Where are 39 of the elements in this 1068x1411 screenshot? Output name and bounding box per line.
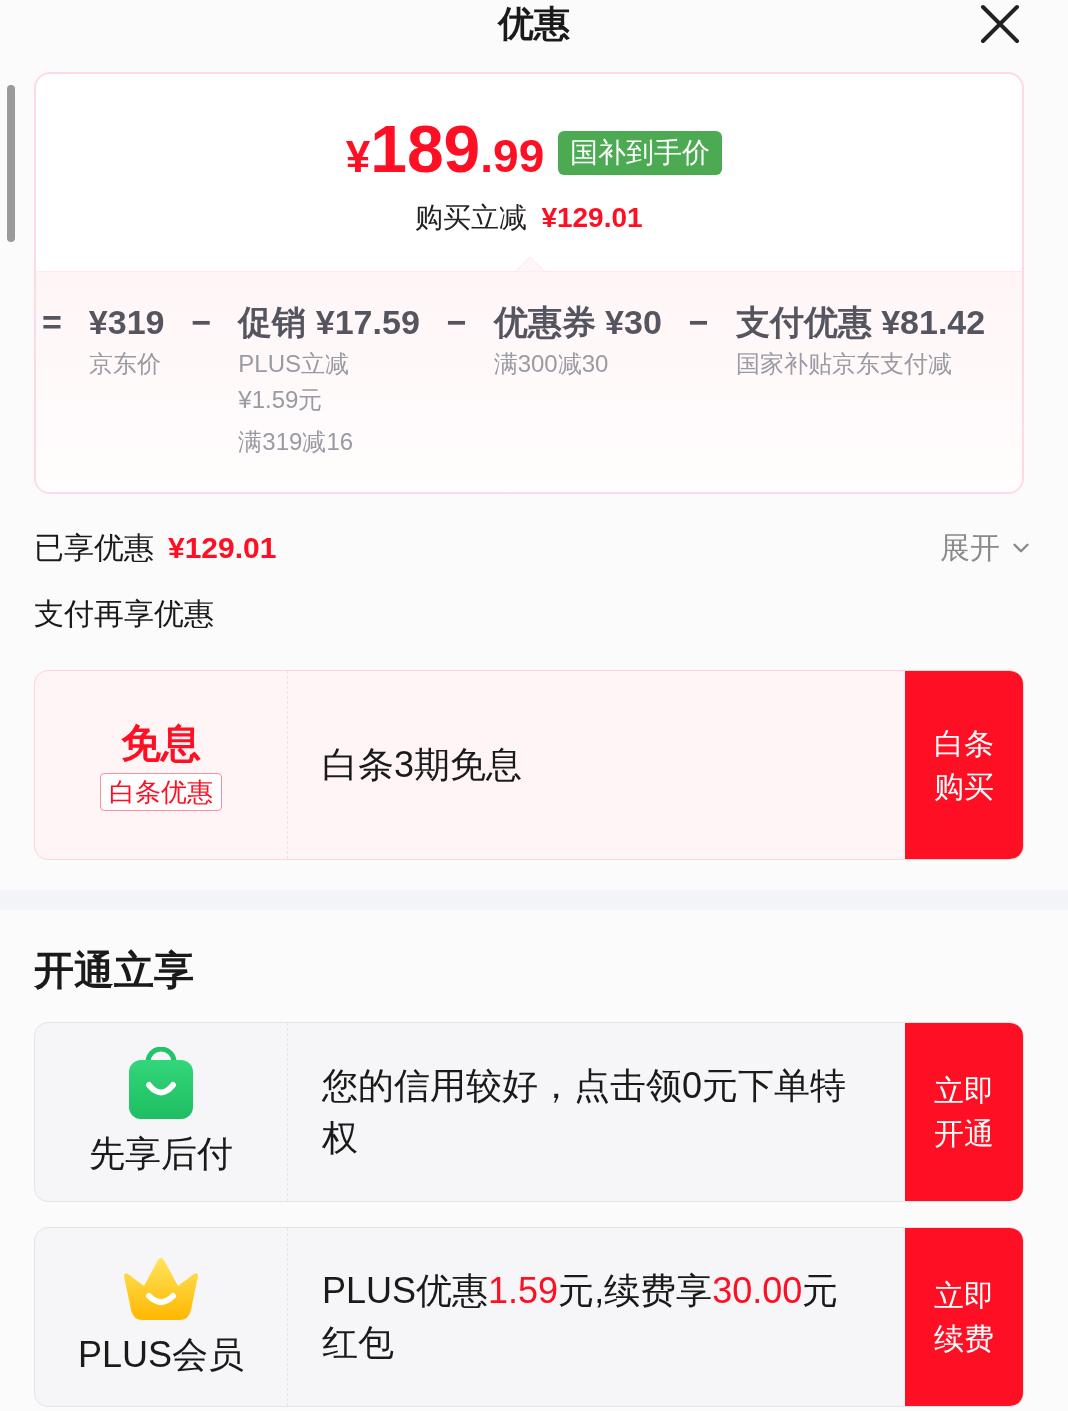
offer-label: PLUS会员 [77,1333,244,1377]
enjoyed-amount: ¥129.01 [168,530,277,566]
offer-description: 您的信用较好，点击领0元下单特权 [322,1064,848,1160]
enjoyed-label: 已享优惠 [34,530,154,566]
offer-description: 白条3期免息 [322,743,523,787]
action-button[interactable]: 白条购买 [905,671,1023,859]
operator-sign: − [688,302,709,342]
action-button[interactable]: 立即续费 [905,1228,1023,1406]
close-icon[interactable] [980,4,1020,44]
action-button[interactable]: 立即开通 [905,1023,1023,1201]
price-note: PLUS立减 ¥1.59元 [238,349,351,415]
offer-card[interactable]: PLUS会员 PLUS优惠1.59元,续费享30.00元红包 立即续费 [34,1227,1024,1407]
shopping-bag-icon [129,1047,193,1119]
price-note: 满300减30 [493,349,610,379]
offer-description: PLUS优惠1.59元,续费享30.00元红包 [322,1269,840,1365]
price-component: ¥319 [88,302,165,342]
price-note: 满319减16 [238,427,355,457]
operator-sign: − [191,302,212,342]
offer-headline: 免息 [121,720,201,767]
final-price: ¥189.99 [345,116,545,188]
section-heading: 开通立享 [34,947,194,994]
subsidy-badge: 国补到手价 [558,131,723,175]
price-component: 优惠券 ¥30 [493,302,662,342]
operator-sign: − [446,302,467,342]
price-component: 支付优惠 ¥81.42 [735,302,986,342]
price-note: 京东价 [88,349,162,379]
offer-label: 先享后付 [89,1132,233,1176]
crown-icon [122,1256,200,1320]
operator-sign: = [42,302,62,342]
offer-card[interactable]: 免息 白条优惠 白条3期免息 白条购买 [34,670,1024,860]
dialog-title: 优惠 [498,2,570,46]
saving-amount: ¥129.01 [541,201,643,235]
offer-tag: 白条优惠 [100,773,222,811]
section-title: 支付再享优惠 [34,596,214,632]
price-note: 国家补贴京东支付减 [735,349,953,379]
expand-toggle[interactable]: 展开 [940,528,1034,568]
saving-label: 购买立减 [415,201,528,235]
price-component: 促销 ¥17.59 [238,302,420,342]
offer-card[interactable]: 先享后付 您的信用较好，点击领0元下单特权 立即开通 [34,1022,1024,1202]
